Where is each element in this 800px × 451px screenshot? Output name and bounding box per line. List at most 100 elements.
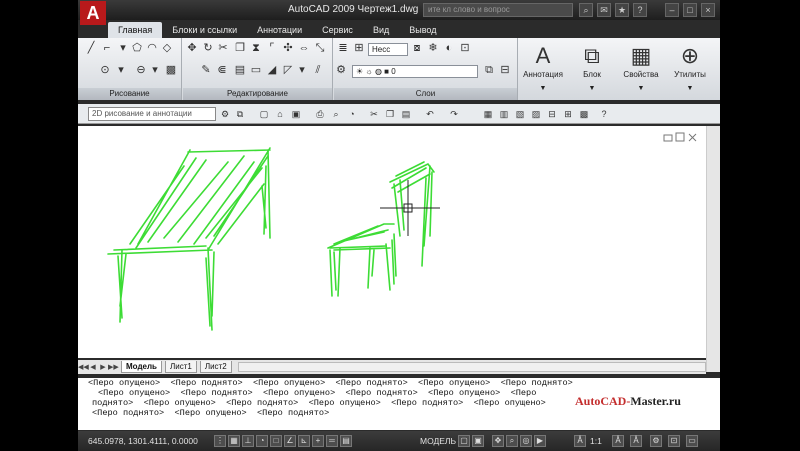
object-snap-icon[interactable]: □ (270, 435, 282, 447)
layer-walk-icon[interactable]: ⧉ (482, 64, 496, 77)
tab-view[interactable]: Вид (363, 22, 399, 38)
last-tab-icon[interactable]: ▶▶ (108, 363, 119, 371)
lengthen-icon[interactable]: ▭ (249, 64, 263, 77)
redo-icon[interactable]: ↷ (448, 108, 460, 120)
layer-match-icon[interactable]: ⚙ (334, 64, 348, 77)
info-search-input[interactable]: ите кл слово и вопрос (423, 3, 573, 17)
coordinates-readout[interactable]: 645.0978, 1301.4111, 0.0000 (88, 436, 198, 446)
ellipse-icon[interactable]: ⊖ (134, 64, 148, 77)
communication-center-icon[interactable]: ✉ (597, 3, 611, 17)
open-icon[interactable]: ⌂ (274, 108, 286, 120)
break-icon[interactable]: ⫽ (311, 64, 325, 77)
stretch-icon[interactable]: ⇔ (297, 42, 311, 55)
copy-icon[interactable]: ❐ (384, 108, 396, 120)
line-icon[interactable]: ╱ (84, 42, 98, 55)
drawing-canvas[interactable] (78, 126, 710, 358)
dropdown-arrow-icon[interactable]: ▾ (114, 64, 128, 77)
layer-freeze-icon[interactable]: ❄ (426, 42, 440, 55)
workspace-settings-icon[interactable]: ⚙ (219, 108, 231, 120)
workspace-switch-icon[interactable]: ⧉ (234, 108, 246, 120)
layer-merge-icon[interactable]: ⊟ (498, 64, 512, 77)
draw-panel-title[interactable]: Рисование (78, 88, 181, 100)
application-menu-button[interactable]: A (80, 1, 106, 25)
annotation-visibility-icon[interactable]: Å (612, 435, 624, 447)
array-icon[interactable]: ▤ (233, 64, 247, 77)
annotation-scale-icon[interactable]: Å (574, 435, 586, 447)
current-layer-combo[interactable]: ☀ ☼ ◍ ■ 0 (352, 65, 478, 78)
ortho-mode-icon[interactable]: ⊥ (242, 435, 254, 447)
new-icon[interactable]: ▢ (258, 108, 270, 120)
move-icon[interactable]: ✥ (185, 42, 199, 55)
first-tab-icon[interactable]: ◀◀ (78, 363, 89, 371)
command-input-line[interactable] (78, 418, 720, 428)
next-tab-icon[interactable]: ▶ (98, 363, 108, 371)
clean-screen-icon[interactable]: ▭ (686, 435, 698, 447)
annotation-button[interactable]: A Аннотация ▼ (520, 40, 566, 98)
close-button[interactable]: × (701, 3, 715, 17)
zoom-icon[interactable]: ⌕ (506, 435, 518, 447)
copy-icon[interactable]: ❐ (233, 42, 247, 55)
undo-icon[interactable]: ↶ (424, 108, 436, 120)
dynamic-ucs-icon[interactable]: ⊾ (298, 435, 310, 447)
scale-icon[interactable]: ⤡ (313, 42, 327, 55)
cut-icon[interactable]: ✂ (368, 108, 380, 120)
tab-output[interactable]: Вывод (399, 22, 446, 38)
tool-palettes-icon[interactable]: ▨ (530, 108, 542, 120)
command-window[interactable]: <Перо опущено> <Перо поднято> <Перо опущ… (78, 378, 720, 430)
tab-annotate[interactable]: Аннотации (247, 22, 312, 38)
workspace-combo[interactable]: 2D рисование и аннотации (88, 107, 216, 121)
mirror-icon[interactable]: ⧗ (249, 42, 263, 55)
viewport-minimize-icon[interactable] (663, 134, 673, 142)
horizontal-scrollbar[interactable] (237, 362, 706, 372)
rotate-icon[interactable]: ↻ (201, 42, 215, 55)
polygon-icon[interactable]: ⬠ (130, 42, 144, 55)
tab-tools[interactable]: Сервис (312, 22, 363, 38)
quick-calc-icon[interactable]: ▧ (514, 108, 526, 120)
viewport-maximize-icon[interactable] (675, 132, 685, 142)
match-properties-icon[interactable]: ▦ (482, 108, 494, 120)
plot-icon[interactable]: ⎙ (314, 108, 326, 120)
circle-icon[interactable]: ⊙ (98, 64, 112, 77)
rectangle-icon[interactable]: ◇ (160, 42, 174, 55)
prev-tab-icon[interactable]: ◀ (88, 363, 98, 371)
dropdown-arrow-icon[interactable]: ▾ (295, 64, 309, 77)
model-space-toggle[interactable]: МОДЕЛЬ (420, 436, 456, 446)
fillet-icon[interactable]: ⌜ (265, 42, 279, 55)
search-icon[interactable]: ⌕ (579, 3, 593, 17)
layers-panel-title[interactable]: Слои (334, 88, 517, 100)
layer-lock-icon[interactable]: ⊡ (458, 42, 472, 55)
chamfer-icon[interactable]: ◸ (281, 64, 295, 77)
lineweight-icon[interactable]: ═ (326, 435, 338, 447)
plot-preview-icon[interactable]: ⌕ (330, 108, 342, 120)
viewport-close-icon[interactable] (688, 133, 697, 142)
markup-icon[interactable]: ⊞ (562, 108, 574, 120)
annotation-scale-value[interactable]: 1:1 (590, 436, 602, 446)
maximize-button[interactable]: □ (683, 3, 697, 17)
quick-view-drawings-icon[interactable]: ▣ (472, 435, 484, 447)
save-icon[interactable]: ▣ (290, 108, 302, 120)
tab-home[interactable]: Главная (108, 22, 163, 38)
polyline-icon[interactable]: ⌐ (100, 42, 114, 55)
pan-icon[interactable]: ✥ (492, 435, 504, 447)
explode-icon[interactable]: ✣ (281, 42, 295, 55)
hatch-icon[interactable]: ▩ (164, 64, 178, 77)
help-icon[interactable]: ? (633, 3, 647, 17)
properties-button[interactable]: ▦ Свойства ▼ (618, 40, 664, 98)
arc-icon[interactable]: ◠ (145, 42, 159, 55)
minimize-button[interactable]: – (665, 3, 679, 17)
dropdown-arrow-icon[interactable]: ▾ (148, 64, 162, 77)
tab-layout1[interactable]: Лист1 (164, 361, 197, 373)
publish-icon[interactable]: ◔ (346, 108, 358, 120)
offset-icon[interactable]: ⋐ (215, 64, 229, 77)
layer-isolate-icon[interactable]: ⧇ (410, 42, 424, 55)
layer-properties-icon[interactable]: ≣ (336, 42, 350, 55)
block-editor-icon[interactable]: ▥ (498, 108, 510, 120)
auto-scale-icon[interactable]: Å (630, 435, 642, 447)
block-button[interactable]: ⧉ Блок ▼ (569, 40, 615, 98)
favorites-icon[interactable]: ★ (615, 3, 629, 17)
vertical-scrollbar[interactable] (706, 126, 720, 372)
tab-blocks-references[interactable]: Блоки и ссылки (162, 22, 247, 38)
quick-view-layouts-icon[interactable]: ▢ (458, 435, 470, 447)
grid-display-icon[interactable]: ▦ (228, 435, 240, 447)
dropdown-arrow-icon[interactable]: ▾ (116, 42, 130, 55)
